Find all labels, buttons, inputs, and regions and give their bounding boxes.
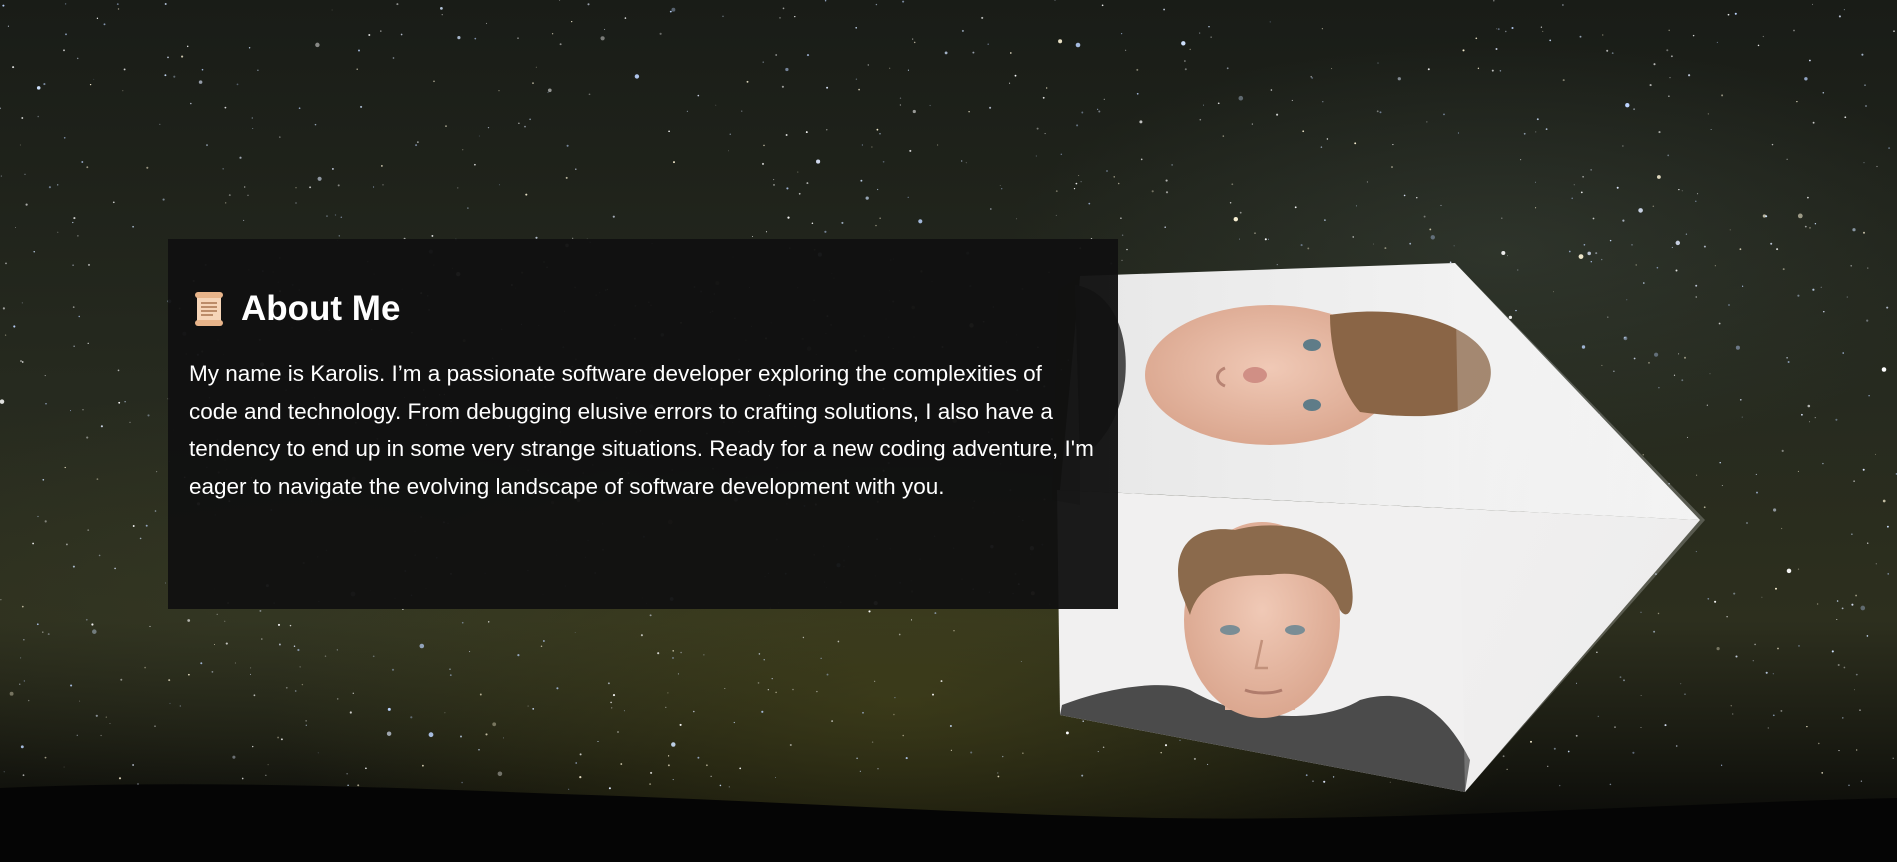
about-me-panel: About Me My name is Karolis. I’m a passi… [168,239,1118,609]
about-body-text: My name is Karolis. I’m a passionate sof… [189,361,1094,499]
about-heading: About Me [189,287,1098,331]
starry-sky-background: About Me My name is Karolis. I’m a passi… [0,0,1897,862]
cube-face-right [1455,263,1705,792]
about-title: About Me [241,289,401,328]
scroll-icon [195,292,223,326]
